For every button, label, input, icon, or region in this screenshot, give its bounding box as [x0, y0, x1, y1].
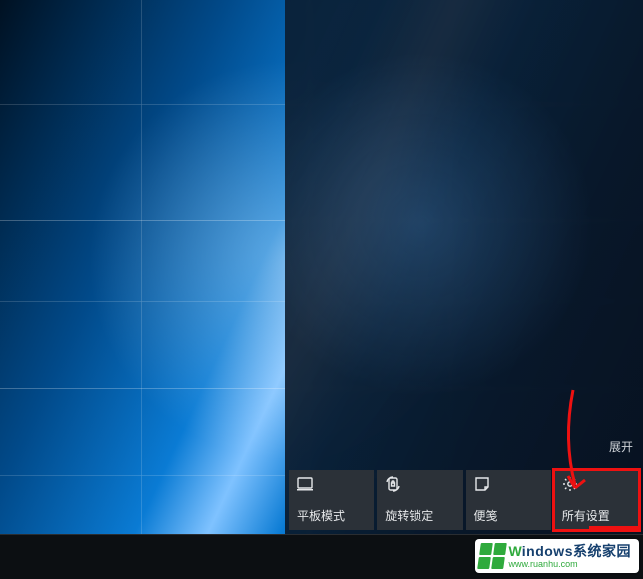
tile-rotation-lock[interactable]: 旋转锁定	[377, 470, 462, 530]
action-center-expand[interactable]: 展开	[609, 438, 633, 455]
note-icon	[474, 476, 490, 492]
watermark-brand: Windows系统家园	[509, 544, 631, 558]
quick-action-tiles: 平板模式 旋转锁定 便笺 所有设置	[289, 470, 639, 530]
tile-tablet-mode[interactable]: 平板模式	[289, 470, 374, 530]
tile-note[interactable]: 便笺	[466, 470, 551, 530]
action-center-panel: 展开 平板模式 旋转锁定 便笺	[285, 0, 643, 534]
settings-gear-icon	[562, 476, 578, 492]
tile-label: 便笺	[474, 510, 543, 522]
rotation-lock-icon	[385, 476, 401, 492]
tile-label: 所有设置	[562, 510, 631, 522]
action-center-backdrop	[285, 0, 643, 534]
tile-label: 旋转锁定	[385, 510, 454, 522]
tile-all-settings[interactable]: 所有设置	[554, 470, 639, 530]
tablet-mode-icon	[297, 476, 313, 492]
watermark-url: www.ruanhu.com	[509, 560, 631, 569]
watermark-badge: Windows系统家园 www.ruanhu.com	[475, 539, 639, 573]
windows-logo-icon	[477, 543, 507, 569]
tile-label: 平板模式	[297, 510, 366, 522]
